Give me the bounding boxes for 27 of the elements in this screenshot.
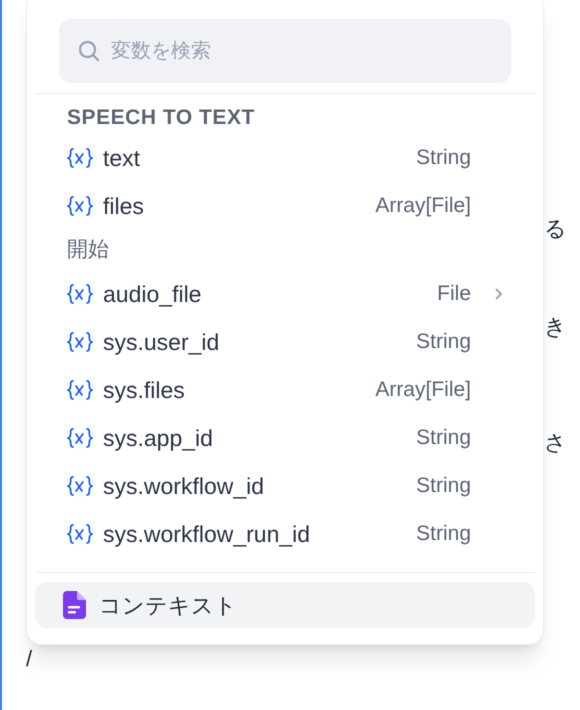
variable-item[interactable]: sys.app_id String — [27, 414, 543, 462]
group-heading: SPEECH TO TEXT — [66, 105, 256, 132]
variable-item[interactable]: sys.workflow_run_id String — [27, 510, 543, 558]
variable-icon — [67, 476, 93, 496]
variable-item[interactable]: audio_file File — [27, 270, 543, 318]
editor-text: る — [544, 218, 567, 240]
document-icon — [63, 591, 87, 619]
editor-input-text[interactable]: / — [26, 648, 32, 670]
variable-icon — [67, 524, 93, 544]
variable-icon — [67, 428, 93, 448]
variable-item[interactable]: sys.workflow_id String — [27, 462, 543, 510]
variable-icon — [67, 332, 93, 352]
variable-item[interactable]: text String — [27, 134, 543, 182]
variable-item[interactable]: sys.files Array[File] — [27, 366, 543, 414]
variable-icon — [67, 196, 93, 216]
chevron-right-icon — [494, 287, 503, 301]
context-menu-item[interactable]: コンテキスト — [35, 582, 535, 628]
variable-item[interactable]: files Array[File] — [27, 182, 543, 230]
variable-icon — [67, 148, 93, 168]
group-heading: 開始 — [66, 237, 110, 264]
search-icon — [77, 39, 101, 63]
search-field[interactable]: 変数を検索 — [59, 19, 511, 83]
editor-text: き — [544, 316, 567, 338]
variable-icon — [67, 380, 93, 400]
variable-item[interactable]: sys.user_id String — [27, 318, 543, 366]
editor-text: さ — [544, 432, 567, 454]
variable-icon — [67, 284, 93, 304]
